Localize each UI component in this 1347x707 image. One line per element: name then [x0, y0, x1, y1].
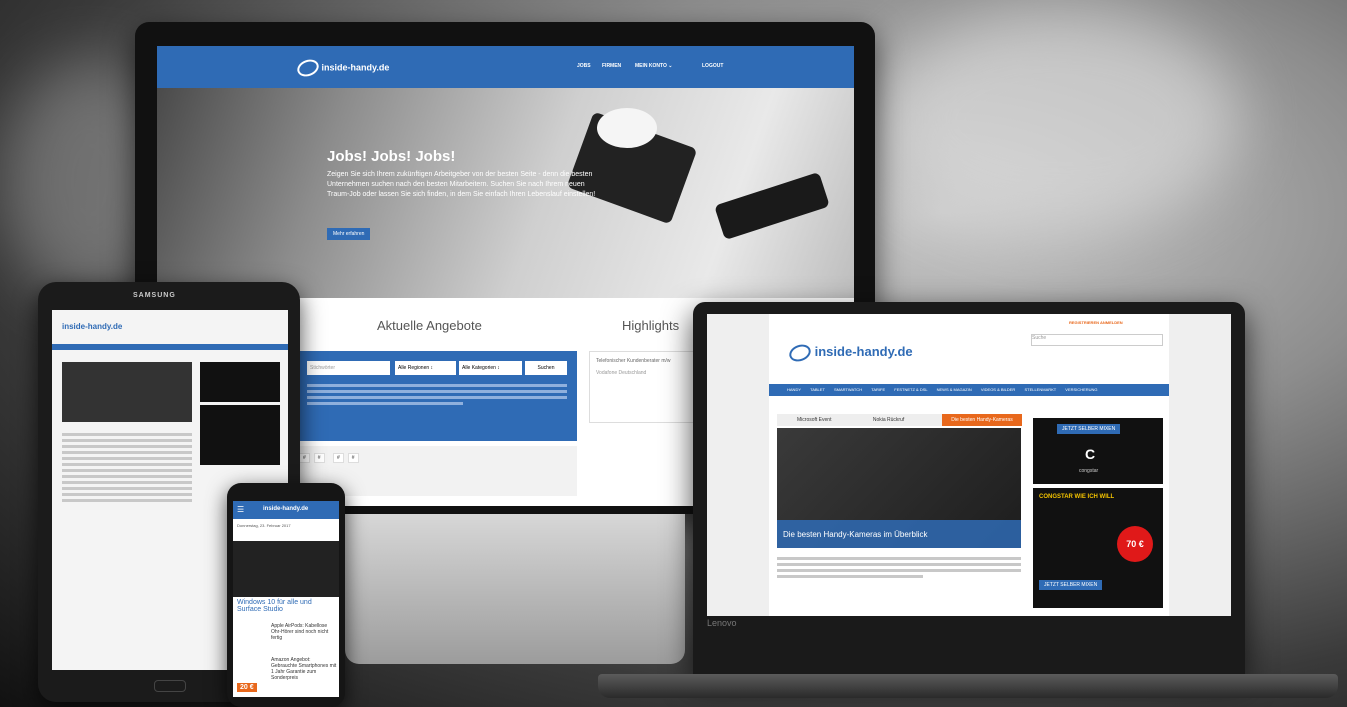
logo-icon — [786, 341, 814, 364]
tag-item[interactable]: # — [313, 453, 325, 463]
menu-item[interactable]: STELLENMARKT — [1024, 387, 1056, 392]
menu-item[interactable]: VIDEOS & BILDER — [981, 387, 1015, 392]
tab-item[interactable]: Microsoft Event — [797, 417, 831, 423]
search-button[interactable]: Suchen — [525, 361, 567, 375]
laptop-article-image[interactable]: Die besten Handy-Kameras im Überblick — [777, 428, 1021, 548]
tablet-ad-banner[interactable] — [200, 362, 280, 402]
nav-logout[interactable]: LOGOUT — [702, 63, 723, 69]
hero-more-button[interactable]: Mehr erfahren — [327, 228, 371, 240]
laptop-article-teaser — [777, 554, 1021, 581]
ad-mix-button-2[interactable]: JETZT SELBER MIXEN — [1039, 580, 1103, 590]
tab-item-active[interactable]: Die besten Handy-Kameras — [942, 414, 1022, 426]
tablet-site-logo[interactable]: inside-handy.de — [62, 322, 122, 331]
keyword-input[interactable]: Stichwörter — [307, 361, 390, 375]
nav-firmen[interactable]: FIRMEN — [602, 63, 621, 69]
topbar-links[interactable]: REGISTRIEREN ANMELDEN — [1069, 320, 1123, 325]
laptop-site-body: REGISTRIEREN ANMELDEN inside-handy.de Su… — [769, 314, 1169, 616]
congstar-icon: C — [1085, 446, 1096, 462]
laptop-headline-band: Die besten Handy-Kameras im Überblick — [777, 520, 1021, 548]
menu-item[interactable]: FESTNETZ & DSL — [894, 387, 927, 392]
menu-icon[interactable]: ☰ — [237, 505, 244, 514]
ad-title: CONGSTAR WIE ICH WILL — [1039, 494, 1115, 500]
hero-banner: Jobs! Jobs! Jobs! Zeigen Sie sich Ihrem … — [157, 88, 854, 298]
laptop-brand: Lenovo — [707, 618, 737, 628]
ad-price-badge: 70 € — [1117, 526, 1153, 562]
nav-jobs[interactable]: JOBS — [577, 63, 591, 69]
phone-site-logo[interactable]: inside-handy.de — [263, 506, 308, 512]
laptop-ad-bottom[interactable]: CONGSTAR WIE ICH WILL 70 € JETZT SELBER … — [1033, 488, 1163, 608]
tab-item[interactable]: Nokia Rückruf — [873, 417, 904, 423]
offers-heading: Aktuelle Angebote — [377, 318, 482, 333]
hero-title: Jobs! Jobs! Jobs! — [327, 148, 456, 165]
tag-item[interactable]: # — [299, 453, 310, 463]
menu-item[interactable]: TABLET — [810, 387, 825, 392]
laptop-search-input[interactable]: Suche — [1031, 334, 1163, 346]
laptop-screen: REGISTRIEREN ANMELDEN inside-handy.de Su… — [707, 314, 1231, 616]
laptop-site-logo[interactable]: inside-handy.de — [786, 341, 913, 364]
menu-item[interactable]: HANDY — [787, 387, 801, 392]
tablet-brand: SAMSUNG — [133, 292, 176, 299]
phone-news-1[interactable]: Apple AirPods: Kabellose Ohr-Hörer sind … — [271, 623, 337, 641]
ad-mix-button[interactable]: JETZT SELBER MIXEN — [1057, 424, 1121, 434]
monitor-stand — [345, 514, 685, 664]
menu-item[interactable]: TARIFE — [871, 387, 885, 392]
site-logo[interactable]: inside-handy.de — [294, 56, 389, 80]
phone-price-badge: 20 € — [237, 683, 257, 692]
phone-news-2[interactable]: Amazon Angebot: Gebrauchte Smartphones m… — [271, 657, 337, 681]
tablet-article-image[interactable] — [62, 362, 192, 422]
logo-icon — [294, 56, 322, 80]
laptop-ad-top[interactable]: JETZT SELBER MIXEN C congstar — [1033, 418, 1163, 484]
menu-item[interactable]: SMARTWATCH — [834, 387, 862, 392]
ad-brand: congstar — [1079, 468, 1099, 474]
tablet-ad-congstar[interactable] — [200, 405, 280, 465]
laptop-main-menu: HANDY TABLET SMARTWATCH TARIFE FESTNETZ … — [769, 384, 1169, 396]
monitor-navbar: inside-handy.de JOBS FIRMEN MEIN KONTO ⌄… — [157, 46, 854, 88]
laptop-headline[interactable]: Die besten Handy-Kameras im Überblick — [783, 530, 928, 539]
hero-text: Zeigen Sie sich Ihrem zukünftigen Arbeit… — [327, 171, 596, 198]
phone-screen: ☰ inside-handy.de Donnerstag, 23. Februa… — [233, 501, 339, 697]
tablet-article-list — [62, 430, 192, 505]
laptop-tabs: Microsoft Event Nokia Rückruf Die besten… — [777, 414, 1022, 426]
keyword-cloud — [307, 381, 567, 431]
phone-date: Donnerstag, 23. Februar 2017 — [237, 523, 291, 528]
search-panel: Stichwörter Alle Regionen ↕ Alle Kategor… — [297, 351, 577, 441]
phone-header: ☰ inside-handy.de — [233, 501, 339, 519]
nav-account[interactable]: MEIN KONTO ⌄ — [635, 63, 672, 69]
tag-item[interactable]: # — [333, 453, 344, 463]
menu-item[interactable]: VERSICHERUNG — [1065, 387, 1097, 392]
smartphone-device: ☰ inside-handy.de Donnerstag, 23. Februa… — [227, 483, 345, 707]
laptop-device: REGISTRIEREN ANMELDEN inside-handy.de Su… — [693, 302, 1245, 674]
tag-item[interactable]: # — [347, 453, 359, 463]
region-select[interactable]: Alle Regionen ↕ — [395, 361, 456, 375]
tablet-home-button[interactable] — [154, 680, 186, 692]
tablet-menu-bar — [52, 344, 288, 350]
coffee-cup-image — [597, 108, 657, 148]
laptop-base — [598, 674, 1338, 698]
phone-headline[interactable]: Windows 10 für alle und Surface Studio — [237, 599, 337, 613]
phone-hero-image[interactable] — [233, 541, 339, 597]
menu-item[interactable]: NEWS & MAGAZIN — [937, 387, 972, 392]
background-blur — [880, 10, 1240, 230]
category-select[interactable]: Alle Kategorien ↕ — [459, 361, 522, 375]
highlights-heading: Highlights — [622, 318, 680, 333]
phone-image — [714, 171, 830, 241]
